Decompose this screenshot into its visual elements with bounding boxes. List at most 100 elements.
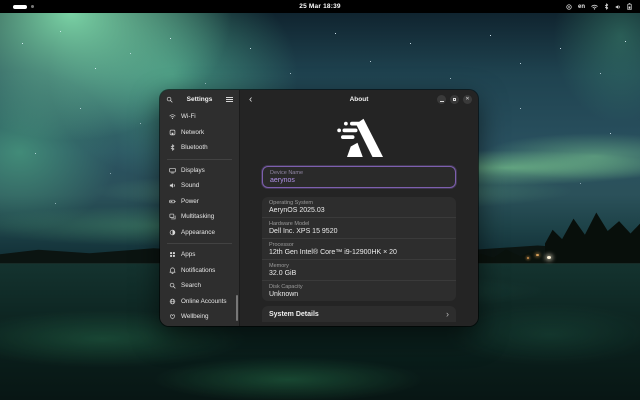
top-bar: 25 Mar 18:39 en [0,0,640,13]
about-page: ‹ About ✕ [240,90,478,326]
desktop: 25 Mar 18:39 en [0,0,640,400]
sidebar-item-label: Bluetooth [181,144,208,151]
info-row-label: Hardware Model [269,221,449,227]
window-headerbar: ‹ About ✕ [240,90,478,109]
info-row-value: Dell Inc. XPS 15 9520 [269,228,449,235]
info-row-hardware-model: Hardware Model Dell Inc. XPS 15 9520 [262,217,456,238]
sidebar-item-label: Displays [181,167,205,174]
sidebar-item-label: Notifications [181,267,215,274]
sidebar-item-multitasking[interactable]: Multitasking [162,209,237,225]
search-icon[interactable] [166,96,173,103]
volume-icon [615,4,621,10]
search-icon [169,282,176,289]
sidebar-item-appearance[interactable]: Appearance [162,225,237,241]
globe-icon [169,298,176,305]
sidebar-item-label: Wi-Fi [181,113,196,120]
sidebar-item-displays[interactable]: Displays [162,163,237,179]
aerynos-logo [335,118,383,157]
sidebar-scrollbar[interactable] [236,295,238,321]
minimize-icon [440,101,444,102]
sidebar-item-apps[interactable]: Apps [162,247,237,263]
sidebar-item-power[interactable]: Power [162,194,237,210]
sidebar-item-search[interactable]: Search [162,278,237,294]
heart-icon [169,313,176,320]
os-logo-wrap [262,111,456,166]
info-row-value: AerynOS 2025.03 [269,207,449,214]
wifi-icon [591,4,598,10]
sidebar-item-label: Multitasking [181,213,214,220]
status-area[interactable]: en [566,0,632,13]
sidebar-item-label: Online Accounts [181,298,227,305]
bell-icon [169,267,176,274]
grid-icon [169,251,176,258]
bluetooth-icon [169,144,176,151]
displays-icon [169,167,176,174]
speaker-icon [169,182,176,189]
system-details-label: System Details [269,311,319,318]
about-content: Device Name Operating System AerynOS 202… [240,109,478,326]
stars [0,13,1,14]
close-button[interactable]: ✕ [463,95,472,104]
workspace-dot [31,5,34,8]
info-row-memory: Memory 32.0 GiB [262,259,456,280]
appearance-icon [169,229,176,236]
info-row-value: 32.0 GiB [269,270,449,277]
main-menu-icon[interactable] [226,97,233,102]
sidebar-item-wifi[interactable]: Wi-Fi [162,109,237,125]
sidebar-item-label: Sound [181,182,199,189]
info-row-operating-system: Operating System AerynOS 2025.03 [262,197,456,217]
settings-sidebar: Settings Wi-Fi Network [160,90,240,326]
keyboard-layout-indicator: en [578,4,585,10]
sidebar-item-label: Network [181,129,204,136]
sidebar-item-label: Search [181,282,201,289]
treeline-silhouette [545,205,640,267]
sidebar-item-label: Apps [181,251,195,258]
back-button[interactable]: ‹ [246,95,255,105]
info-row-label: Processor [269,242,449,248]
chevron-right-icon: › [446,311,449,318]
sidebar-item-label: Wellbeing [181,313,209,320]
maximize-icon [453,98,457,102]
workspace-active-pill [13,5,27,9]
shore-light [536,254,539,256]
sidebar-item-bluetooth[interactable]: Bluetooth [162,140,237,156]
screencast-icon [566,4,572,10]
sidebar-item-sound[interactable]: Sound [162,178,237,194]
system-details-row[interactable]: System Details › [262,306,456,322]
minimize-button[interactable] [437,95,446,104]
clock[interactable]: 25 Mar 18:39 [299,3,340,10]
sidebar-item-network[interactable]: Network [162,125,237,141]
settings-window: Settings Wi-Fi Network [160,90,478,326]
wifi-icon [169,113,176,120]
device-name-field[interactable]: Device Name [262,166,456,188]
sidebar-item-wellbeing[interactable]: Wellbeing [162,309,237,325]
sidebar-separator [167,243,232,244]
sidebar-header: Settings [160,90,239,109]
network-icon [169,129,176,136]
system-info-card: Operating System AerynOS 2025.03 Hardwar… [262,197,456,301]
info-row-label: Memory [269,263,449,269]
sidebar-item-notifications[interactable]: Notifications [162,263,237,279]
info-row-processor: Processor 12th Gen Intel® Core™ i9-12900… [262,238,456,259]
windows-icon [169,213,176,220]
battery-icon [169,198,176,205]
sidebar-item-online-accounts[interactable]: Online Accounts [162,294,237,310]
sidebar-separator [167,159,232,160]
battery-icon [627,3,632,10]
bluetooth-icon [604,3,609,10]
workspace-indicator[interactable] [13,0,34,13]
info-row-value: Unknown [269,291,449,298]
window-controls: ✕ [437,95,472,104]
info-row-label: Operating System [269,200,449,206]
maximize-button[interactable] [450,95,459,104]
device-name-input[interactable] [270,177,448,184]
sidebar-item-label: Appearance [181,229,215,236]
shore-light [527,257,529,259]
close-icon: ✕ [465,97,469,102]
info-row-value: 12th Gen Intel® Core™ i9-12900HK × 20 [269,249,449,256]
device-name-label: Device Name [270,170,448,176]
info-row-disk-capacity: Disk Capacity Unknown [262,280,456,301]
sidebar-title: Settings [177,96,222,103]
sidebar-item-label: Power [181,198,199,205]
shore-light [547,256,551,259]
